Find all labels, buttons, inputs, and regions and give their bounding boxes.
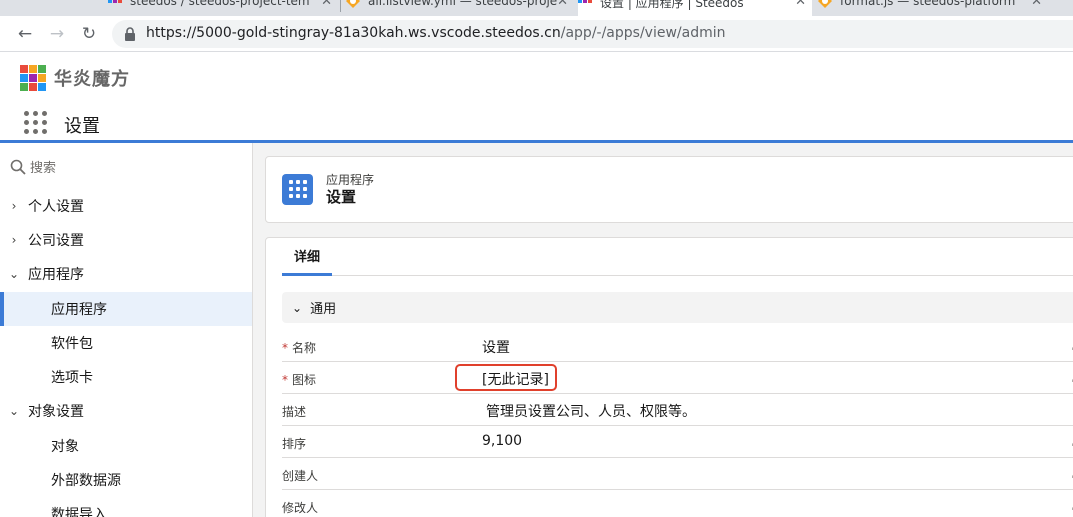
field-label: * 图标 (282, 373, 317, 387)
sidebar-group-label: 公司设置 (28, 233, 84, 249)
app-launcher-icon[interactable] (24, 111, 48, 135)
url-text: https://5000-gold-stingray-81a30kah.ws.v… (146, 25, 726, 41)
sidebar-item-objects[interactable]: 对象 (0, 429, 252, 463)
sidebar-item-external-datasources[interactable]: 外部数据源 (0, 463, 252, 497)
address-bar[interactable]: https://5000-gold-stingray-81a30kah.ws.v… (112, 20, 1073, 48)
browser-tab-listview[interactable]: all.listview.yml — steedos-proje ✕ (346, 0, 574, 16)
browser-tab-format[interactable]: format.js — steedos-platform ✕ (818, 0, 1048, 16)
sidebar-item-packages[interactable]: 软件包 (0, 326, 252, 360)
sidebar-group-apps[interactable]: ⌄ 应用程序 (0, 257, 252, 291)
field-label: 修改人 (282, 501, 319, 515)
back-arrow-icon[interactable]: ← (14, 23, 36, 45)
field-label: * 名称 (282, 341, 317, 355)
browser-tab-title: all.listview.yml — steedos-proje (368, 0, 558, 8)
record-detail: 详细 ⌄ 通用 * 名称 设置 * 图标 [无此记录] 描述 管理员设置公司、人员、… (265, 237, 1073, 517)
close-icon[interactable]: ✕ (321, 0, 332, 9)
sidebar-item-label: 应用程序 (51, 302, 107, 318)
field-label: 描述 (282, 405, 307, 419)
sidebar-group-objects[interactable]: ⌄ 对象设置 (0, 394, 252, 428)
sidebar-group-company[interactable]: › 公司设置 (0, 223, 252, 257)
field-label: 创建人 (282, 469, 319, 483)
logo-text: 华炎魔方 (54, 69, 130, 90)
search-icon (10, 159, 26, 175)
sidebar: 搜索 › 个人设置 › 公司设置 ⌄ 应用程序 应用程序 软件包 选项卡 ⌄ 对… (0, 143, 253, 517)
browser-tab-title: steedos / steedos-project-tem (130, 0, 310, 8)
sidebar-item-label: 选项卡 (51, 370, 93, 386)
sidebar-item-label: 软件包 (51, 336, 93, 352)
sidebar-item-data-import[interactable]: 数据导入 (0, 497, 252, 517)
steedos-favicon (578, 0, 592, 3)
logo[interactable]: 华炎魔方 (20, 65, 130, 91)
field-value: 设置 (482, 340, 510, 356)
sidebar-group-label: 对象设置 (28, 404, 84, 420)
annotation-highlight-box (455, 364, 557, 391)
forward-arrow-icon[interactable]: → (46, 23, 68, 45)
field-name: * 名称 设置 (282, 330, 1073, 362)
chevron-right-icon: › (11, 199, 17, 213)
chevron-down-icon: ⌄ (8, 404, 20, 418)
sidebar-item-apps[interactable]: 应用程序 (0, 292, 252, 326)
field-value: 9,100 (482, 433, 523, 449)
sidebar-group-label: 个人设置 (28, 199, 84, 215)
vscode-favicon (818, 0, 832, 8)
browser-tab-strip: steedos / steedos-project-tem ✕ all.list… (0, 0, 1073, 16)
field-value: 管理员设置公司、人员、权限等。 (486, 404, 696, 420)
chevron-down-icon: ⌄ (8, 267, 20, 281)
chevron-down-icon: ⌄ (292, 300, 303, 315)
chevron-right-icon: › (11, 233, 17, 247)
vscode-favicon (346, 0, 360, 8)
section-label: 通用 (310, 302, 337, 317)
app-name: 设置 (64, 116, 100, 137)
section-general[interactable]: ⌄ 通用 (282, 292, 1073, 323)
tab-label: 详细 (294, 250, 321, 265)
close-icon[interactable]: ✕ (795, 0, 806, 9)
field-description: 描述 管理员设置公司、人员、权限等。 (282, 394, 1073, 426)
logo-mark-icon (20, 65, 46, 91)
browser-tab-title: 设置 | 应用程序 | Steedos (600, 0, 744, 10)
browser-tab-title: format.js — steedos-platform (840, 0, 1016, 8)
main-area: 搜索 › 个人设置 › 公司设置 ⌄ 应用程序 应用程序 软件包 选项卡 ⌄ 对… (0, 143, 1073, 517)
tab-separator (340, 0, 341, 12)
reload-icon[interactable]: ↻ (78, 23, 100, 45)
app-header: 华炎魔方 设置 (0, 53, 1073, 141)
close-icon[interactable]: ✕ (557, 0, 568, 9)
required-mark: * (282, 373, 288, 387)
sidebar-item-label: 外部数据源 (51, 473, 121, 489)
search-placeholder: 搜索 (30, 161, 57, 176)
sidebar-item-tabs[interactable]: 选项卡 (0, 360, 252, 394)
tab-detail[interactable]: 详细 (282, 238, 333, 276)
record-header: 应用程序 设置 (265, 156, 1073, 223)
url-path: /app/-/apps/view/admin (560, 25, 726, 41)
browser-toolbar: ← → ↻ https://5000-gold-stingray-81a30ka… (0, 16, 1073, 52)
browser-tab-github[interactable]: steedos / steedos-project-tem ✕ (108, 0, 338, 16)
sidebar-search[interactable]: 搜索 (10, 157, 56, 176)
close-icon[interactable]: ✕ (1031, 0, 1042, 9)
sidebar-item-label: 数据导入 (51, 507, 107, 517)
sidebar-group-personal[interactable]: › 个人设置 (0, 189, 252, 223)
steedos-favicon (108, 0, 122, 3)
url-host: https://5000-gold-stingray-81a30kah.ws.v… (146, 25, 561, 41)
app-grid-icon (282, 174, 313, 205)
field-icon: * 图标 [无此记录] (282, 362, 1073, 394)
sidebar-group-label: 应用程序 (28, 267, 84, 283)
field-label: 排序 (282, 437, 307, 451)
record-tabs: 详细 (282, 238, 1073, 276)
lock-icon (125, 27, 135, 41)
record-title: 设置 (326, 188, 357, 206)
browser-tab-settings[interactable]: 设置 | 应用程序 | Steedos ✕ (578, 0, 812, 16)
field-sort: 排序 9,100 (282, 426, 1073, 458)
field-created-by: 创建人 (282, 458, 1073, 490)
field-modified-by: 修改人 (282, 490, 1073, 517)
sidebar-item-label: 对象 (51, 439, 79, 455)
required-mark: * (282, 341, 288, 355)
